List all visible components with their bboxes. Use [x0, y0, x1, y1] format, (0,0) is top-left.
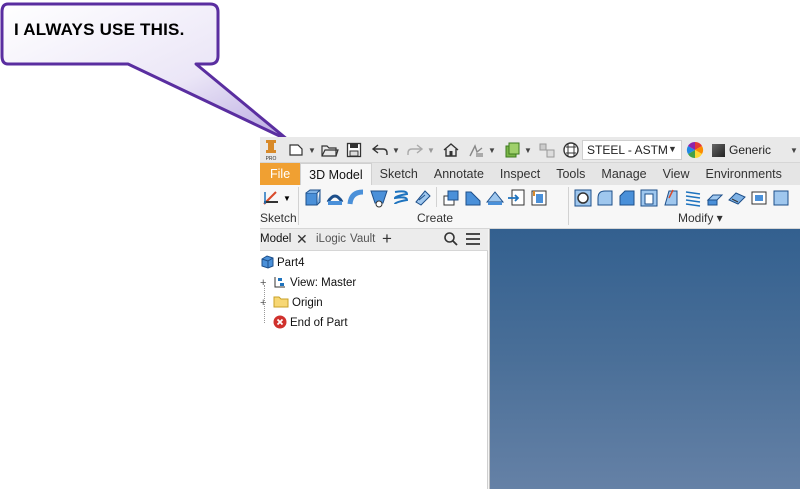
icon-divider	[436, 187, 437, 207]
select-dropdown-chevron-down-icon[interactable]: ▼	[488, 140, 496, 160]
tree-item-end-of-part[interactable]: End of Part	[273, 314, 348, 332]
revolve-icon[interactable]	[325, 188, 345, 208]
panel-label-modify[interactable]: Modify ▾	[678, 211, 723, 225]
ipart-icon[interactable]	[537, 140, 557, 160]
emboss-icon[interactable]	[413, 188, 433, 208]
panel-label-sketch: Sketch	[260, 211, 297, 225]
tab-view[interactable]: View	[655, 163, 698, 185]
panel-label-create: Create	[417, 211, 454, 225]
fillet-icon[interactable]	[595, 188, 615, 208]
new-file-icon[interactable]	[286, 140, 306, 160]
browser-tab-model[interactable]: Model	[260, 233, 291, 245]
render-sphere-icon[interactable]	[561, 140, 581, 160]
model-browser: Model ✕ iLogic Vault + Part4 + View: Mas…	[260, 229, 488, 489]
redo-dropdown-chevron-down-icon[interactable]: ▼	[427, 140, 435, 160]
tab-manage[interactable]: Manage	[593, 163, 654, 185]
unwrap-icon[interactable]	[485, 188, 505, 208]
tab-annotate[interactable]: Annotate	[426, 163, 492, 185]
search-icon[interactable]	[443, 231, 459, 250]
home-icon[interactable]	[441, 140, 461, 160]
undo-dropdown-chevron-down-icon[interactable]: ▼	[392, 140, 400, 160]
hamburger-menu-icon[interactable]	[465, 232, 481, 249]
start-2d-sketch-icon[interactable]	[262, 188, 282, 208]
rib-icon[interactable]	[463, 188, 483, 208]
quick-access-toolbar: PRO ▼ ▼ ▼ ▼ ▼ STEEL - ASTM ▼ Generic ▼	[260, 137, 800, 163]
direct-edit-icon[interactable]	[749, 188, 769, 208]
combine-icon[interactable]	[727, 188, 747, 208]
sweep-icon[interactable]	[347, 188, 367, 208]
tab-file[interactable]: File	[260, 163, 301, 185]
material-chevron-down-icon[interactable]: ▼	[668, 144, 677, 154]
update-icon[interactable]	[502, 140, 522, 160]
part-cube-icon	[261, 254, 274, 272]
sketch-dropdown-chevron-down-icon[interactable]: ▼	[282, 188, 292, 208]
appearance-value: Generic	[729, 143, 772, 157]
browser-tab-vault[interactable]: Vault	[350, 233, 375, 245]
tree-item-part[interactable]: Part4	[261, 254, 305, 272]
tree-label: Part4	[277, 257, 305, 269]
undo-icon[interactable]	[370, 140, 390, 160]
delete-face-icon[interactable]	[771, 188, 791, 208]
inventor-pro-logo[interactable]: PRO	[263, 138, 279, 162]
tab-sketch[interactable]: Sketch	[372, 163, 426, 185]
panel-divider	[568, 187, 569, 225]
loft-icon[interactable]	[369, 188, 389, 208]
tab-environments[interactable]: Environments	[697, 163, 789, 185]
ribbon-tabs: File 3D Model Sketch Annotate Inspect To…	[260, 163, 800, 185]
graphics-viewport[interactable]	[489, 229, 800, 489]
logo-text: PRO	[266, 156, 277, 162]
close-icon[interactable]: ✕	[296, 231, 308, 248]
appearance-chevron-down-icon[interactable]: ▼	[790, 140, 798, 160]
draft-icon[interactable]	[661, 188, 681, 208]
appearance-color-wheel-icon[interactable]	[685, 140, 705, 160]
tree-label: View: Master	[290, 277, 357, 289]
new-dropdown-chevron-down-icon[interactable]: ▼	[308, 140, 316, 160]
hole-icon[interactable]	[573, 188, 593, 208]
redo-icon[interactable]	[405, 140, 425, 160]
appearance-select[interactable]: Generic	[708, 140, 800, 160]
import-icon[interactable]	[507, 188, 527, 208]
convert-to-sheet-metal-icon[interactable]	[529, 188, 549, 208]
material-select[interactable]: STEEL - ASTM	[582, 140, 682, 160]
tree-label: Origin	[292, 297, 323, 309]
tab-3d-model[interactable]: 3D Model	[300, 163, 372, 185]
open-folder-icon[interactable]	[320, 140, 340, 160]
tree-connector	[264, 285, 278, 323]
tree-label: End of Part	[290, 317, 348, 329]
inventor-window: PRO ▼ ▼ ▼ ▼ ▼ STEEL - ASTM ▼ Generic ▼ F…	[260, 137, 800, 489]
chamfer-icon[interactable]	[617, 188, 637, 208]
split-icon[interactable]	[705, 188, 725, 208]
save-icon[interactable]	[344, 140, 364, 160]
ribbon-panel: ▼ Sketch Create Modify ▾	[260, 185, 800, 229]
shell-icon[interactable]	[639, 188, 659, 208]
panel-divider	[298, 187, 299, 225]
material-value: STEEL - ASTM	[587, 143, 668, 157]
tab-inspect[interactable]: Inspect	[492, 163, 548, 185]
select-priority-icon[interactable]	[466, 140, 486, 160]
browser-tabs: Model ✕ iLogic Vault +	[260, 229, 488, 251]
extrude-icon[interactable]	[303, 188, 323, 208]
appearance-swatch-icon	[712, 143, 725, 157]
thread-icon[interactable]	[683, 188, 703, 208]
add-tab-plus-icon[interactable]: +	[382, 229, 392, 249]
screenshot-stage: I ALWAYS USE THIS. PRO ▼ ▼ ▼ ▼ ▼ STEEL -…	[0, 0, 800, 489]
derive-icon[interactable]	[441, 188, 461, 208]
tab-tools[interactable]: Tools	[548, 163, 593, 185]
browser-tab-ilogic[interactable]: iLogic	[316, 233, 346, 245]
update-dropdown-chevron-down-icon[interactable]: ▼	[524, 140, 532, 160]
callout-text: I ALWAYS USE THIS.	[14, 20, 185, 39]
coil-icon[interactable]	[391, 188, 411, 208]
